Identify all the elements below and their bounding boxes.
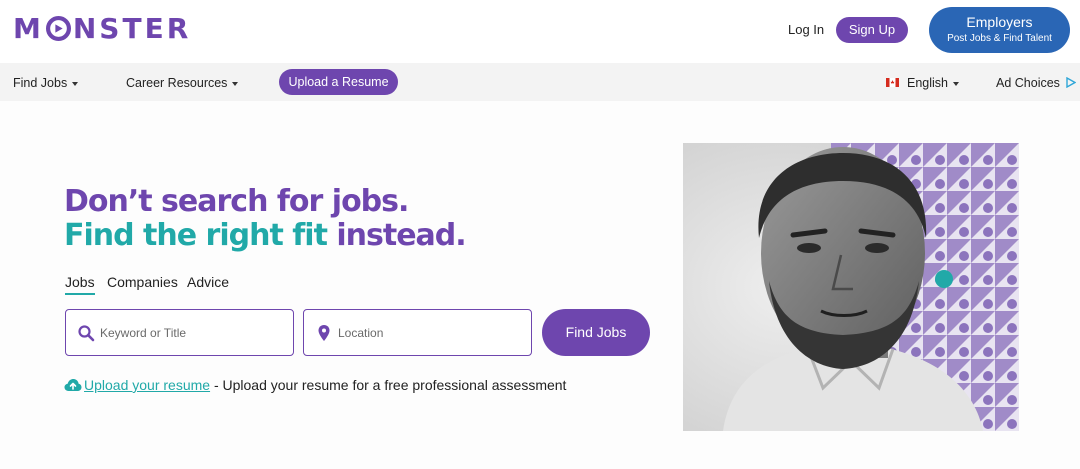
photo-left-eye bbox=[797, 243, 821, 253]
nav-find-jobs-label: Find Jobs bbox=[13, 76, 68, 90]
chevron-down-icon bbox=[232, 81, 239, 86]
nav-career-resources-label: Career Resources bbox=[126, 76, 228, 90]
nav-bar: Find Jobs Career Resources Upload a Resu… bbox=[0, 63, 1080, 101]
hero-photo bbox=[683, 143, 1019, 431]
cloud-upload-icon bbox=[64, 379, 82, 391]
upload-resume-link[interactable]: Upload your resume bbox=[84, 377, 210, 393]
canada-flag-icon bbox=[886, 78, 899, 88]
monster-logo[interactable]: M NSTER bbox=[13, 12, 191, 45]
hero-headline-rest: instead. bbox=[336, 218, 466, 253]
location-pin-icon bbox=[318, 325, 330, 341]
top-header: M NSTER Log In Sign Up Employers Post Jo… bbox=[0, 0, 1080, 63]
language-label: English bbox=[907, 76, 948, 90]
employers-title: Employers bbox=[966, 14, 1033, 30]
upload-resume-line: Upload your resume - Upload your resume … bbox=[64, 377, 566, 393]
signup-button[interactable]: Sign Up bbox=[836, 17, 908, 43]
ad-choices-link[interactable]: Ad Choices bbox=[996, 76, 1077, 90]
monster-logo-o-icon bbox=[45, 16, 71, 41]
keyword-field[interactable] bbox=[65, 309, 294, 356]
location-input[interactable] bbox=[338, 310, 523, 355]
language-selector[interactable]: English bbox=[886, 76, 959, 90]
logo-text-rest: NSTER bbox=[72, 12, 192, 45]
nav-career-resources-dropdown[interactable]: Career Resources bbox=[126, 76, 239, 90]
tab-advice[interactable]: Advice bbox=[187, 274, 229, 290]
keyword-input[interactable] bbox=[100, 310, 285, 355]
ad-choices-label: Ad Choices bbox=[996, 76, 1060, 90]
upload-resume-button[interactable]: Upload a Resume bbox=[279, 69, 398, 95]
chevron-down-icon bbox=[72, 81, 79, 86]
hero-headline-line1: Don’t search for jobs. bbox=[64, 184, 409, 219]
ad-choices-icon bbox=[1066, 76, 1077, 89]
tab-jobs[interactable]: Jobs bbox=[65, 274, 95, 295]
location-field[interactable] bbox=[303, 309, 532, 356]
search-icon bbox=[78, 325, 95, 342]
hero-headline-line2: Find the right fit instead. bbox=[64, 218, 467, 253]
chevron-down-icon bbox=[953, 81, 959, 86]
photo-teal-dot bbox=[935, 270, 953, 288]
hero-headline-highlight: Find the right fit bbox=[64, 218, 328, 253]
tab-companies[interactable]: Companies bbox=[107, 274, 178, 290]
employers-subtitle: Post Jobs & Find Talent bbox=[947, 33, 1052, 44]
nav-find-jobs-dropdown[interactable]: Find Jobs bbox=[13, 76, 79, 90]
upload-resume-description: - Upload your resume for a free professi… bbox=[210, 377, 567, 393]
logo-text-m: M bbox=[13, 12, 44, 45]
employers-button[interactable]: Employers Post Jobs & Find Talent bbox=[929, 7, 1070, 53]
photo-right-eye bbox=[865, 243, 889, 253]
login-link[interactable]: Log In bbox=[788, 22, 824, 37]
find-jobs-button[interactable]: Find Jobs bbox=[542, 309, 650, 356]
hero-photo-image bbox=[683, 143, 1019, 431]
